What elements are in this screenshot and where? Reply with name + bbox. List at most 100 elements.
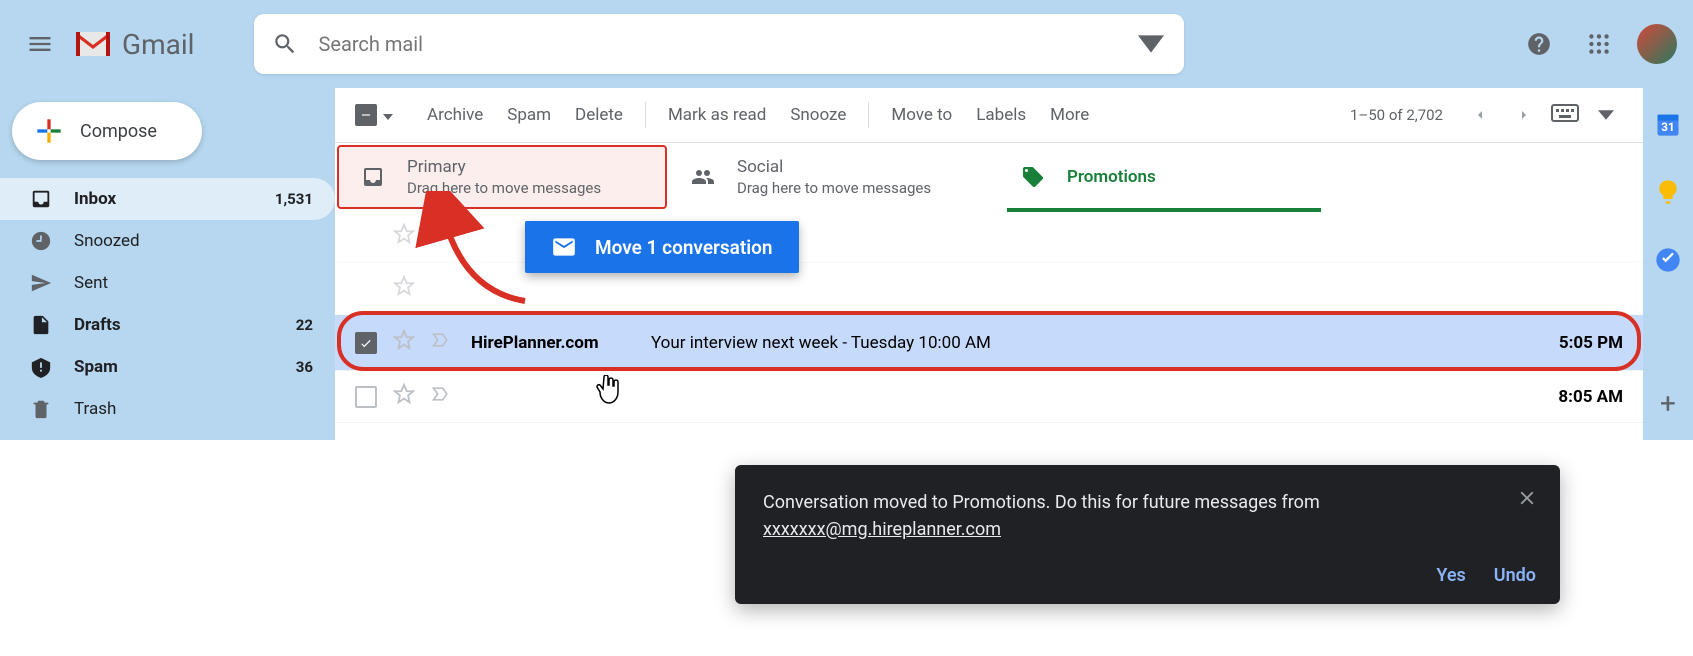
plus-icon: [34, 116, 64, 146]
star-toggle[interactable]: [393, 383, 415, 410]
separator: [645, 102, 646, 128]
nav-count: 36: [296, 358, 313, 376]
drag-text: Move 1 conversation: [595, 236, 773, 259]
star-icon: [393, 329, 415, 351]
toast-close-button[interactable]: [1516, 487, 1538, 513]
snooze-button[interactable]: Snooze: [778, 105, 858, 125]
labels-button[interactable]: Labels: [964, 105, 1038, 125]
subject: Your interview next week - Tuesday 10:00…: [651, 333, 1559, 353]
star-toggle[interactable]: [393, 275, 415, 302]
inbox-icon: [361, 165, 385, 189]
email-row-selected[interactable]: HirePlanner.com Your interview next week…: [335, 315, 1643, 371]
pager-text: 1–50 of 2,702: [1350, 106, 1443, 124]
email-row[interactable]: 8:05 AM: [335, 371, 1643, 423]
account-avatar[interactable]: [1637, 24, 1677, 64]
star-toggle[interactable]: [393, 329, 415, 356]
archive-button[interactable]: Archive: [415, 105, 495, 125]
sender: HirePlanner.com: [471, 333, 651, 353]
hamburger-icon: [26, 30, 54, 58]
input-tools-button[interactable]: [1551, 104, 1579, 127]
toast-message: Conversation moved to Promotions. Do thi…: [763, 489, 1536, 543]
select-dropdown[interactable]: [383, 105, 393, 125]
prev-page-button[interactable]: [1463, 107, 1497, 123]
nav-count: 1,531: [275, 190, 313, 208]
gmail-logo[interactable]: Gmail: [72, 28, 194, 61]
sidebar: Compose Inbox 1,531 Snoozed Sent Drafts …: [0, 88, 335, 440]
compose-button[interactable]: Compose: [12, 102, 202, 160]
chevron-left-icon: [1472, 107, 1488, 123]
toast-notification: Conversation moved to Promotions. Do thi…: [735, 465, 1560, 604]
help-button[interactable]: [1517, 22, 1561, 66]
tab-subtext: Drag here to move messages: [407, 179, 601, 197]
tasks-addon[interactable]: [1654, 246, 1682, 274]
apps-grid-icon: [1586, 31, 1612, 57]
nav-spam[interactable]: Spam 36: [0, 346, 335, 388]
minus-icon: [359, 108, 373, 122]
tab-promotions[interactable]: Promotions: [999, 143, 1329, 211]
toast-email: xxxxxxx@mg.hireplanner.com: [763, 519, 1001, 540]
toast-yes-button[interactable]: Yes: [1436, 565, 1465, 586]
mark-read-button[interactable]: Mark as read: [656, 105, 778, 125]
tasks-icon: [1654, 246, 1682, 274]
calendar-icon: 31: [1654, 110, 1682, 138]
nav-drafts[interactable]: Drafts 22: [0, 304, 335, 346]
get-addons-button[interactable]: +: [1660, 387, 1676, 420]
star-icon: [393, 275, 415, 297]
next-page-button[interactable]: [1507, 107, 1541, 123]
toast-actions: Yes Undo: [763, 565, 1536, 586]
nav-label: Drafts: [74, 315, 296, 335]
nav-label: Trash: [74, 399, 313, 419]
tab-label: Primary: [407, 157, 601, 177]
nav: Inbox 1,531 Snoozed Sent Drafts 22 Spam …: [0, 178, 335, 430]
toast-line1: Conversation moved to Promotions. Do thi…: [763, 492, 1320, 513]
nav-label: Sent: [74, 273, 313, 293]
time: 5:05 PM: [1559, 333, 1623, 353]
row-checkbox[interactable]: [355, 332, 377, 354]
star-toggle[interactable]: [393, 223, 415, 250]
keep-icon: [1654, 178, 1682, 206]
send-icon: [30, 272, 52, 294]
spam-button[interactable]: Spam: [495, 105, 563, 125]
menu-button[interactable]: [16, 20, 64, 68]
tab-social[interactable]: Social Drag here to move messages: [669, 143, 999, 211]
apps-button[interactable]: [1577, 22, 1621, 66]
search-options-button[interactable]: [1136, 31, 1166, 57]
caret-down-icon: [383, 114, 393, 120]
caret-down-icon: [1138, 31, 1164, 57]
inbox-icon: [30, 188, 52, 210]
main: Compose Inbox 1,531 Snoozed Sent Drafts …: [0, 88, 1693, 440]
input-tools-dropdown[interactable]: [1589, 107, 1623, 123]
delete-button[interactable]: Delete: [563, 105, 635, 125]
help-icon: [1526, 31, 1552, 57]
search-icon: [272, 31, 298, 57]
star-icon: [393, 383, 415, 405]
more-button[interactable]: More: [1038, 105, 1101, 125]
calendar-addon[interactable]: 31: [1654, 110, 1682, 138]
toast-undo-button[interactable]: Undo: [1494, 565, 1536, 586]
nav-trash[interactable]: Trash: [0, 388, 335, 430]
search-input[interactable]: [318, 32, 1136, 56]
search-bar[interactable]: [254, 14, 1184, 74]
select-all-checkbox[interactable]: [355, 104, 377, 126]
people-icon: [691, 165, 715, 189]
gmail-logo-icon: [72, 28, 114, 60]
importance-toggle[interactable]: [431, 384, 451, 409]
toolbar: Archive Spam Delete Mark as read Snooze …: [335, 88, 1643, 143]
row-checkbox[interactable]: [355, 386, 377, 408]
nav-inbox[interactable]: Inbox 1,531: [0, 178, 335, 220]
chevron-right-icon: [1516, 107, 1532, 123]
nav-count: 22: [296, 316, 313, 334]
clock-icon: [30, 230, 52, 252]
nav-snoozed[interactable]: Snoozed: [0, 220, 335, 262]
spam-icon: [30, 356, 52, 378]
tab-subtext: Drag here to move messages: [737, 179, 931, 197]
mail-icon: [551, 234, 577, 260]
trash-icon: [30, 398, 52, 420]
move-to-button[interactable]: Move to: [879, 105, 964, 125]
nav-sent[interactable]: Sent: [0, 262, 335, 304]
file-icon: [30, 314, 52, 336]
tab-primary[interactable]: Primary Drag here to move messages: [337, 145, 667, 209]
importance-toggle[interactable]: [431, 330, 451, 355]
keep-addon[interactable]: [1654, 178, 1682, 206]
tab-label: Social: [737, 157, 931, 177]
